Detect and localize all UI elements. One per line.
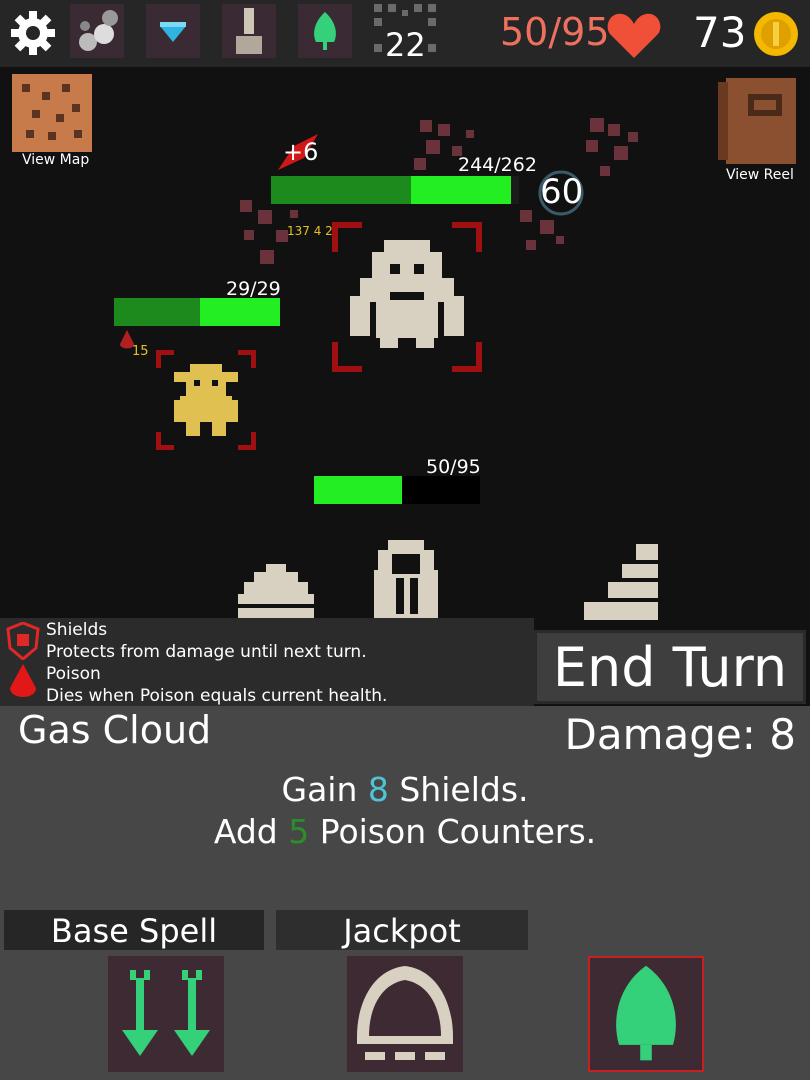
player-health-text: 50/95 bbox=[500, 10, 610, 54]
boss-health-bar bbox=[271, 176, 519, 204]
view-map-label[interactable]: View Map bbox=[22, 152, 89, 168]
reel-book-icon[interactable] bbox=[718, 78, 798, 164]
view-reel-label[interactable]: View Reel bbox=[726, 167, 794, 183]
desc1-pre: Gain bbox=[281, 770, 368, 809]
balls-relic-icon[interactable] bbox=[70, 4, 124, 58]
tab-jackpot[interactable]: Jackpot bbox=[276, 910, 528, 950]
sand-relic-icon[interactable] bbox=[222, 4, 276, 58]
boss-health-fill bbox=[411, 176, 511, 204]
shield-icon bbox=[6, 621, 40, 661]
spell-desc-line-1: Gain 8 Shields. bbox=[0, 770, 810, 809]
double-arrow-card[interactable] bbox=[108, 956, 224, 1072]
end-turn-button[interactable]: End Turn bbox=[534, 630, 806, 704]
stairs-prop-sprite bbox=[584, 544, 658, 620]
goblin-health-bar bbox=[114, 298, 280, 326]
map-icon[interactable] bbox=[12, 74, 92, 152]
desc1-post: Shields. bbox=[388, 770, 529, 809]
heal-popup-text: +6 bbox=[283, 138, 319, 166]
goblin-poison-value: 15 bbox=[132, 344, 149, 359]
gear-icon[interactable] bbox=[10, 10, 56, 56]
boss-status-text: 137 4 2 bbox=[287, 224, 333, 238]
green-leaf-card[interactable] bbox=[588, 956, 704, 1072]
tooltip-title-poison: Poison bbox=[46, 664, 101, 684]
heart-icon bbox=[606, 10, 662, 60]
floor-counter: 22 bbox=[385, 26, 426, 64]
leaf-relic-icon[interactable] bbox=[298, 4, 352, 58]
player-health-bar-text: 50/95 bbox=[426, 456, 481, 478]
boss-monster-sprite[interactable] bbox=[332, 222, 482, 372]
goblin-enemy-sprite[interactable] bbox=[156, 350, 256, 450]
goblin-health-text: 29/29 bbox=[226, 278, 281, 300]
tooltip-desc-poison: Dies when Poison equals current health. bbox=[46, 686, 388, 706]
shield-amount: 8 bbox=[367, 770, 389, 809]
player-health-bar bbox=[314, 476, 480, 504]
mushroom-cap-card[interactable] bbox=[347, 956, 463, 1072]
helmet-prop-sprite bbox=[238, 564, 314, 618]
goblin-health-fill bbox=[200, 298, 280, 326]
tooltip-desc-shields: Protects from damage until next turn. bbox=[46, 642, 367, 662]
poison-amount: 5 bbox=[288, 812, 310, 851]
gold-counter: 73 bbox=[693, 8, 747, 57]
spell-damage: Damage: 8 bbox=[564, 710, 796, 759]
boss-shield-value: 60 bbox=[540, 172, 584, 212]
coin-icon bbox=[752, 10, 800, 58]
keyword-tooltip: Shields Protects from damage until next … bbox=[0, 618, 534, 706]
desc2-pre: Add bbox=[213, 812, 289, 851]
player-health-fill bbox=[314, 476, 402, 504]
gem-relic-icon[interactable] bbox=[146, 4, 200, 58]
spell-desc-line-2: Add 5 Poison Counters. bbox=[0, 812, 810, 851]
top-bar: 22 50/95 73 bbox=[0, 0, 810, 67]
desc2-post: Poison Counters. bbox=[309, 812, 597, 851]
tooltip-title-shields: Shields bbox=[46, 620, 108, 640]
tab-base-spell[interactable]: Base Spell bbox=[4, 910, 264, 950]
boss-health-text: 244/262 bbox=[458, 154, 537, 176]
spell-name: Gas Cloud bbox=[18, 708, 212, 752]
poison-drop-icon bbox=[10, 664, 36, 702]
